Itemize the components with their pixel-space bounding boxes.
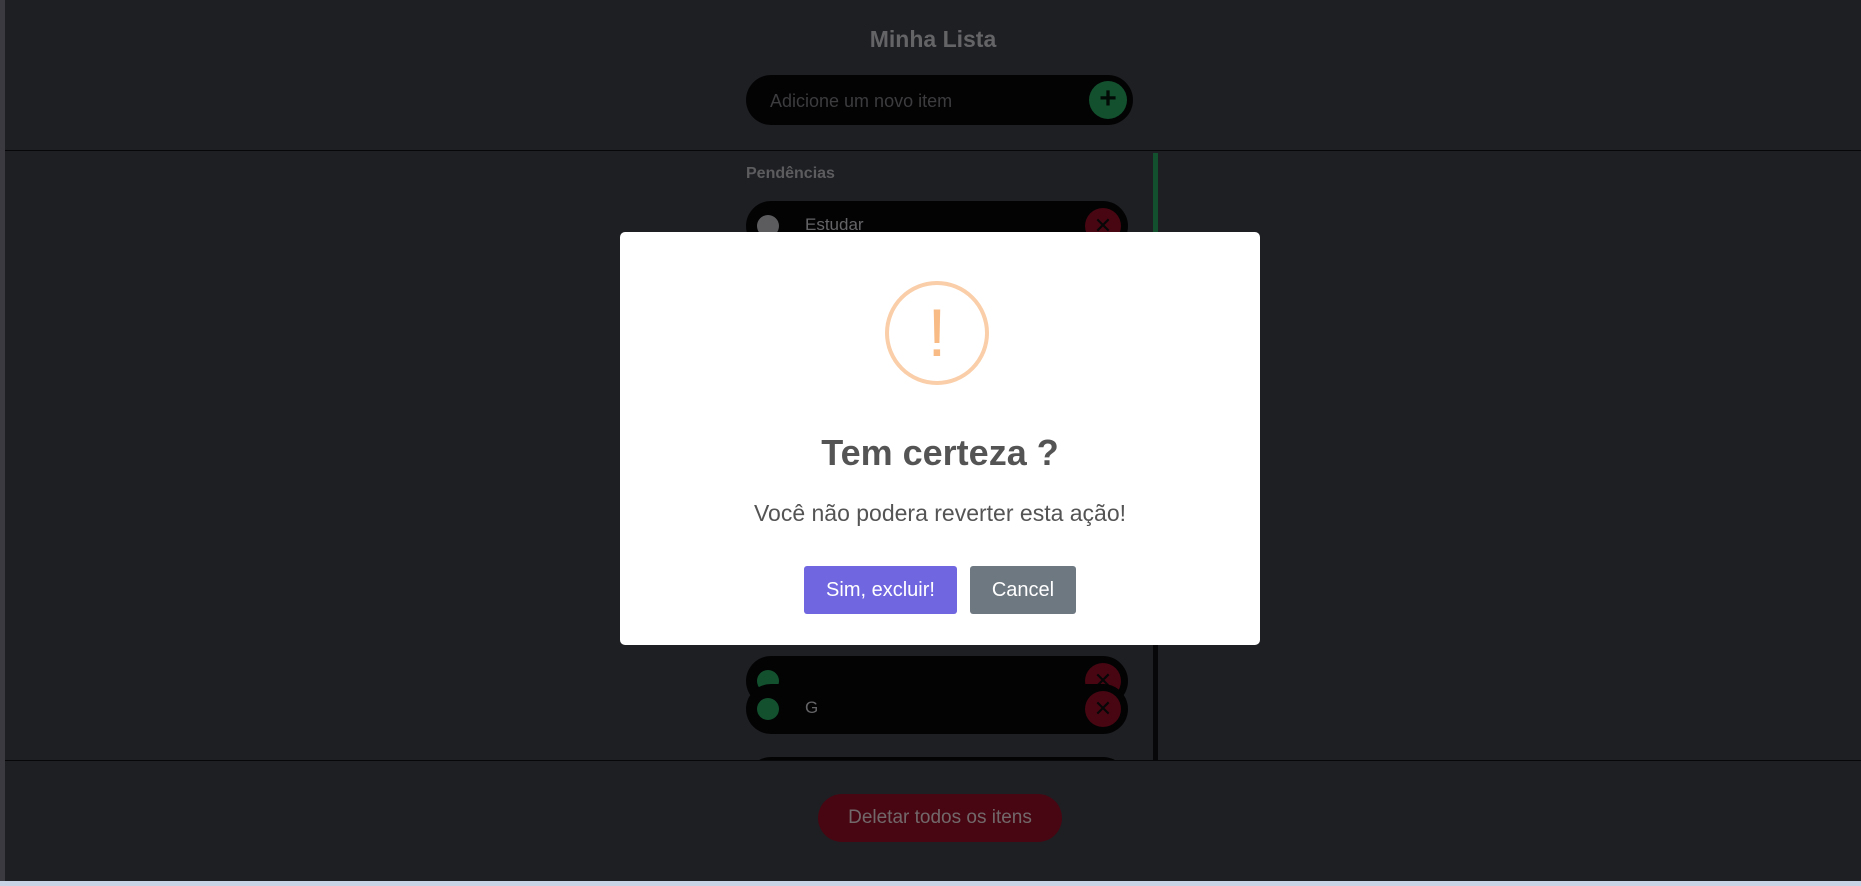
cancel-button[interactable]: Cancel — [970, 566, 1076, 614]
warning-icon: ! — [885, 281, 989, 385]
confirm-dialog: ! Tem certeza ? Você não podera reverter… — [620, 232, 1260, 645]
confirm-delete-button[interactable]: Sim, excluir! — [804, 566, 957, 614]
dialog-message: Você não podera reverter esta ação! — [753, 500, 1127, 526]
dialog-title: Tem certeza ? — [821, 432, 1059, 473]
app-window: Minha Lista + Pendências Estudar ✕ ✕ G — [0, 0, 1861, 881]
